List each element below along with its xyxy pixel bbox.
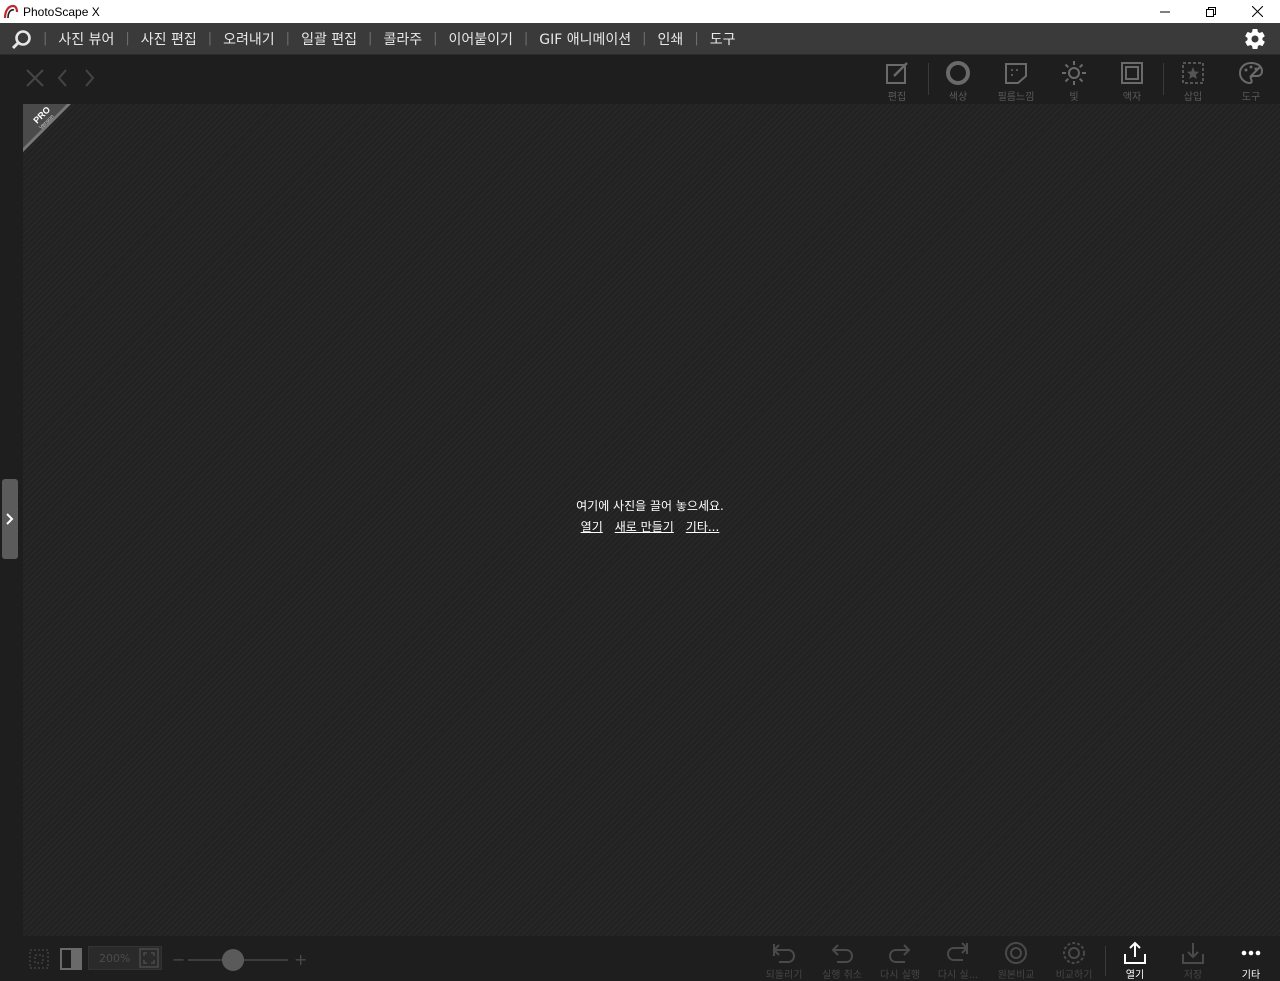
menu-separator: | <box>125 31 130 46</box>
zoom-in-icon[interactable]: + <box>294 950 307 969</box>
toolbar-divider <box>928 63 929 95</box>
undo-icon <box>831 944 854 963</box>
upload-open-icon <box>1124 941 1146 964</box>
top-toolbar: 편집 색상 필름느낌 빛 액자 삽입 도구 <box>0 55 1280 104</box>
tool-frame[interactable]: 액자 <box>1106 60 1158 104</box>
color-circle-icon <box>946 61 970 85</box>
insert-star-icon <box>1182 62 1204 84</box>
redo-button[interactable]: 다시 실행 <box>871 941 929 981</box>
menu-collage[interactable]: 콜라주 <box>383 29 422 49</box>
minimize-icon <box>1160 11 1170 12</box>
zoom-level-box[interactable]: 200% <box>88 946 162 970</box>
photo-navigation <box>24 67 98 89</box>
expand-panel-tab[interactable] <box>2 479 18 559</box>
menu-separator: | <box>285 31 291 46</box>
menu-separator: | <box>642 31 647 46</box>
window-title: PhotoScape X <box>23 4 100 19</box>
tool-light[interactable]: 빛 <box>1048 60 1100 104</box>
menu-separator: | <box>207 31 213 46</box>
compare-button[interactable]: 비교하기 <box>1045 941 1103 981</box>
tool-tools[interactable]: 도구 <box>1225 60 1277 104</box>
create-new-link[interactable]: 새로 만들기 <box>615 518 674 535</box>
film-effect-icon <box>1005 63 1027 84</box>
menu-separator: | <box>694 31 699 46</box>
photoscape-logo-icon[interactable] <box>11 28 33 50</box>
menu-batch-editor[interactable]: 일괄 편집 <box>301 29 357 49</box>
redo-icon <box>888 944 911 963</box>
close-icon <box>1251 6 1263 17</box>
chevron-right-icon <box>6 513 14 525</box>
menu-separator: | <box>43 31 48 46</box>
title-bar: PhotoScape X <box>0 0 1280 23</box>
frame-icon <box>1121 62 1143 84</box>
more-button[interactable]: 기타 <box>1222 941 1280 981</box>
tool-color[interactable]: 색상 <box>932 60 984 104</box>
download-save-icon <box>1182 943 1204 964</box>
more-dots-icon <box>1241 950 1261 956</box>
photoscape-app-icon <box>3 4 19 18</box>
revert-button[interactable]: 되돌리기 <box>755 941 813 981</box>
menu-photo-editor[interactable]: 사진 편집 <box>141 29 197 49</box>
toolbar-divider <box>1163 63 1164 95</box>
menu-tools[interactable]: 도구 <box>710 29 736 49</box>
previous-photo-icon[interactable] <box>54 67 72 89</box>
menu-separator: | <box>523 31 529 46</box>
redo-all-icon <box>946 942 969 961</box>
undo-button[interactable]: 실행 취소 <box>813 941 871 981</box>
menu-separator: | <box>433 31 438 46</box>
bottom-toolbar: 200% − + 되돌리기 실행 취소 다시 실행 다시 실... 원본비교 비… <box>0 936 1280 981</box>
menu-combine[interactable]: 이어붙이기 <box>448 29 512 49</box>
menu-separator: | <box>368 31 373 46</box>
grid-toggle-icon[interactable] <box>28 948 50 970</box>
close-photo-icon[interactable] <box>24 67 46 89</box>
more-link[interactable]: 기타... <box>686 518 720 535</box>
menu-cut-out[interactable]: 오려내기 <box>223 29 275 49</box>
drop-message: 여기에 사진을 끌어 놓으세요. <box>576 499 724 513</box>
menu-gif-animation[interactable]: GIF 애니메이션 <box>539 29 631 49</box>
tool-edit[interactable]: 편집 <box>871 60 923 104</box>
split-view-icon[interactable] <box>60 948 82 970</box>
tool-film[interactable]: 필름느낌 <box>990 60 1042 104</box>
open-button[interactable]: 열기 <box>1106 941 1164 981</box>
drop-hint: 여기에 사진을 끌어 놓으세요. 열기 새로 만들기 기타... <box>540 497 760 535</box>
close-window-button[interactable] <box>1234 0 1280 23</box>
restore-icon <box>1206 6 1216 17</box>
edit-pencil-icon <box>886 62 908 84</box>
open-link[interactable]: 열기 <box>581 518 603 535</box>
minimize-button[interactable] <box>1142 0 1188 23</box>
next-photo-icon[interactable] <box>80 67 98 89</box>
restore-button[interactable] <box>1188 0 1234 23</box>
save-button[interactable]: 저장 <box>1164 941 1222 981</box>
zoom-slider-knob[interactable] <box>222 949 244 971</box>
pro-version-ribbon: PRO Version <box>23 104 71 152</box>
revert-icon <box>772 944 796 963</box>
settings-gear-icon[interactable] <box>1243 27 1267 51</box>
light-sun-icon <box>1062 61 1086 85</box>
compare-icon <box>1063 942 1085 964</box>
main-menu-bar: | 사진 뷰어 | 사진 편집 | 오려내기 | 일괄 편집 | 콜라주 | 이… <box>0 23 1280 55</box>
menu-print[interactable]: 인쇄 <box>658 29 684 49</box>
tool-insert[interactable]: 삽입 <box>1167 60 1219 104</box>
compare-original-button[interactable]: 원본비교 <box>987 941 1045 981</box>
redo-all-button[interactable]: 다시 실... <box>929 941 987 981</box>
zoom-out-icon[interactable]: − <box>172 950 185 969</box>
compare-original-icon <box>1005 942 1027 964</box>
menu-photo-viewer[interactable]: 사진 뷰어 <box>58 29 114 49</box>
fit-to-screen-icon[interactable] <box>139 948 159 968</box>
zoom-value: 200% <box>99 951 131 965</box>
palette-icon <box>1238 61 1264 85</box>
